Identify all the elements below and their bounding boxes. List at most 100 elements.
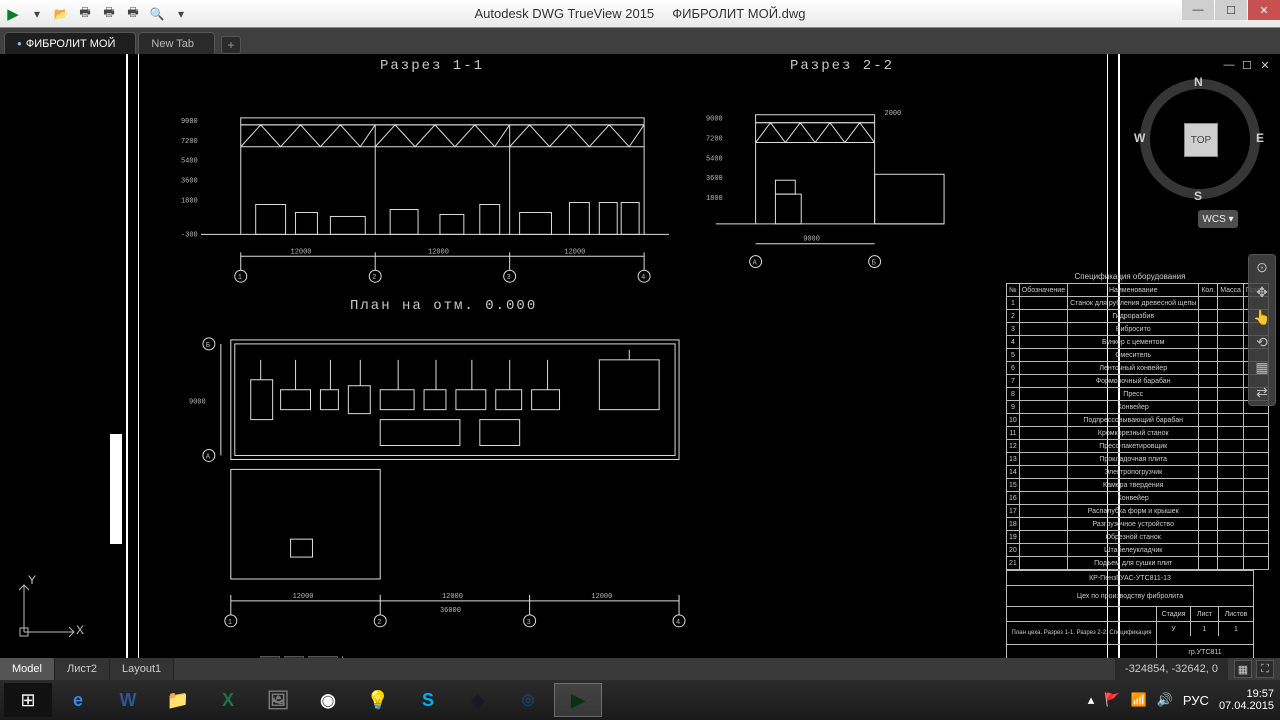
doc-maximize-button[interactable]: ☐ <box>1240 58 1254 72</box>
spec-cell <box>1243 492 1268 505</box>
zoom-icon[interactable]: 👆 <box>1249 309 1275 326</box>
spec-cell: 15 <box>1007 479 1020 492</box>
spec-cell: 18 <box>1007 518 1020 531</box>
qat-more-icon[interactable]: ▾ <box>172 5 190 23</box>
spec-cell <box>1218 362 1244 375</box>
spec-cell: Пресс <box>1068 388 1199 401</box>
taskbar-app-tip[interactable]: 💡 <box>354 683 402 717</box>
spec-cell <box>1019 479 1067 492</box>
spec-cell <box>1199 453 1218 466</box>
taskbar-app-app1[interactable]: ⊚ <box>504 683 552 717</box>
minimize-button[interactable]: — <box>1182 0 1214 20</box>
taskbar-app-chrome[interactable]: ◉ <box>304 683 352 717</box>
taskbar-app-explorer[interactable]: 📁 <box>154 683 202 717</box>
spec-grid: № Обозначение Наименование Кол. Масса Пр… <box>1006 283 1269 570</box>
orbit-icon[interactable]: ⟲ <box>1249 334 1275 351</box>
batch-plot-icon[interactable]: 🖶 <box>124 5 142 23</box>
plan-title: План на отм. 0.000 <box>350 298 537 314</box>
close-button[interactable]: ✕ <box>1248 0 1280 20</box>
ucs-x-label: X <box>76 623 84 637</box>
spec-cell <box>1019 492 1067 505</box>
svg-text:5400: 5400 <box>706 155 723 163</box>
viewcube-w[interactable]: W <box>1134 131 1145 145</box>
doc-close-button[interactable]: ✕ <box>1258 58 1272 72</box>
tb-code: КР-ПензГУАС-УТС811-13 <box>1007 571 1253 585</box>
layout-tab-sheet2[interactable]: Лист2 <box>55 658 110 680</box>
tb-sheet: 1 <box>1191 622 1219 636</box>
viewcube-e[interactable]: E <box>1256 131 1264 145</box>
grid-toggle-icon[interactable]: ▦ <box>1234 660 1252 678</box>
steering-wheel-icon[interactable]: ⊙ <box>1249 259 1275 276</box>
taskbar-app-trueview[interactable]: ▶ <box>554 683 602 717</box>
view-cube[interactable]: N S E W TOP <box>1140 79 1260 199</box>
spec-row: 14Электропогрузчик <box>1007 466 1269 479</box>
spec-cell <box>1243 518 1268 531</box>
svg-text:4: 4 <box>676 619 680 627</box>
spec-cell: 20 <box>1007 544 1020 557</box>
taskbar-app-photos[interactable]: 🖼 <box>254 683 302 717</box>
layout-tab-layout1[interactable]: Layout1 <box>110 658 174 680</box>
app-logo-icon[interactable]: ▶ <box>4 5 22 23</box>
file-tab-active[interactable]: ФИБРОЛИТ МОЙ <box>4 32 136 54</box>
spec-cell: 1 <box>1007 297 1020 310</box>
svg-text:Б: Б <box>206 342 210 350</box>
svg-text:3600: 3600 <box>181 178 198 186</box>
spec-cell: Электропогрузчик <box>1068 466 1199 479</box>
spec-cell <box>1243 440 1268 453</box>
start-button[interactable]: ⊞ <box>4 683 52 717</box>
add-tab-button[interactable]: + <box>221 36 241 54</box>
spec-cell: Распалубка форм и крышек <box>1068 505 1199 518</box>
svg-text:7200: 7200 <box>181 138 198 146</box>
spec-cell <box>1218 479 1244 492</box>
svg-text:Б: Б <box>872 260 876 268</box>
pan-icon[interactable]: ✥ <box>1249 284 1275 301</box>
open-icon[interactable]: 📂 <box>52 5 70 23</box>
tray-clock[interactable]: 19:57 07.04.2015 <box>1219 688 1274 712</box>
title-block: КР-ПензГУАС-УТС811-13 Цех по производств… <box>1006 570 1254 660</box>
spec-row: 3Вибросито <box>1007 323 1269 336</box>
layout-tab-model[interactable]: Model <box>0 658 55 680</box>
tray-volume-icon[interactable]: 🔊 <box>1157 692 1173 708</box>
spec-cell: 2 <box>1007 310 1020 323</box>
maximize-button[interactable]: ☐ <box>1215 0 1247 20</box>
qat-dropdown-icon[interactable]: ▾ <box>28 5 46 23</box>
spec-cell: Вибросито <box>1068 323 1199 336</box>
taskbar-app-ie[interactable]: e <box>54 683 102 717</box>
spec-cell <box>1243 479 1268 492</box>
spec-cell <box>1019 310 1067 323</box>
section1-drawing: 1 2 3 4 12000 12000 12000 9000 7200 5400… <box>180 84 680 284</box>
tray-lang[interactable]: РУС <box>1183 693 1209 708</box>
spec-title: Спецификация оборудования <box>1006 272 1254 281</box>
tray-network-icon[interactable]: 📶 <box>1131 692 1147 708</box>
tb-empty2 <box>1007 645 1157 659</box>
viewcube-top[interactable]: TOP <box>1184 123 1218 157</box>
spec-row: 7Формовочный барабан <box>1007 375 1269 388</box>
spec-cell <box>1218 349 1244 362</box>
doc-minimize-button[interactable]: — <box>1222 58 1236 72</box>
showmotion-icon[interactable]: ▦ <box>1249 359 1275 376</box>
taskbar-app-word[interactable]: W <box>104 683 152 717</box>
window-titlebar: ▶ ▾ 📂 🖶 🖶 🖶 🔍 ▾ Autodesk DWG TrueView 20… <box>0 0 1280 28</box>
tb-empty <box>1007 607 1157 621</box>
file-tab-new[interactable]: New Tab <box>138 32 215 54</box>
spec-cell <box>1199 557 1218 570</box>
tb-stage-lbl: Стадия <box>1157 607 1191 621</box>
viewcube-s[interactable]: S <box>1194 189 1202 203</box>
svg-text:12000: 12000 <box>564 248 585 256</box>
find-icon[interactable]: 🔍 <box>148 5 166 23</box>
plot-icon[interactable]: 🖶 <box>76 5 94 23</box>
plot-preview-icon[interactable]: 🖶 <box>100 5 118 23</box>
spec-cell <box>1199 388 1218 401</box>
nav-more-icon[interactable]: ⇄ <box>1249 384 1275 401</box>
fullscreen-toggle-icon[interactable]: ⛶ <box>1256 660 1274 678</box>
viewcube-n[interactable]: N <box>1194 75 1203 89</box>
wcs-toggle[interactable]: WCS ▾ <box>1198 210 1238 228</box>
taskbar-app-skype[interactable]: S <box>404 683 452 717</box>
tray-flag-icon[interactable]: 🚩 <box>1104 692 1120 708</box>
tb-desc: План цеха. Разрез 1-1. Разрез 2-2. Специ… <box>1007 622 1157 644</box>
drawing-canvas[interactable]: Разрез 1-1 Разрез 2-2 План на отм. 0.000 <box>0 54 1280 680</box>
tray-up-icon[interactable]: ▴ <box>1088 692 1095 708</box>
taskbar-app-steam[interactable]: ◆ <box>454 683 502 717</box>
spec-cell <box>1019 505 1067 518</box>
taskbar-app-excel[interactable]: X <box>204 683 252 717</box>
